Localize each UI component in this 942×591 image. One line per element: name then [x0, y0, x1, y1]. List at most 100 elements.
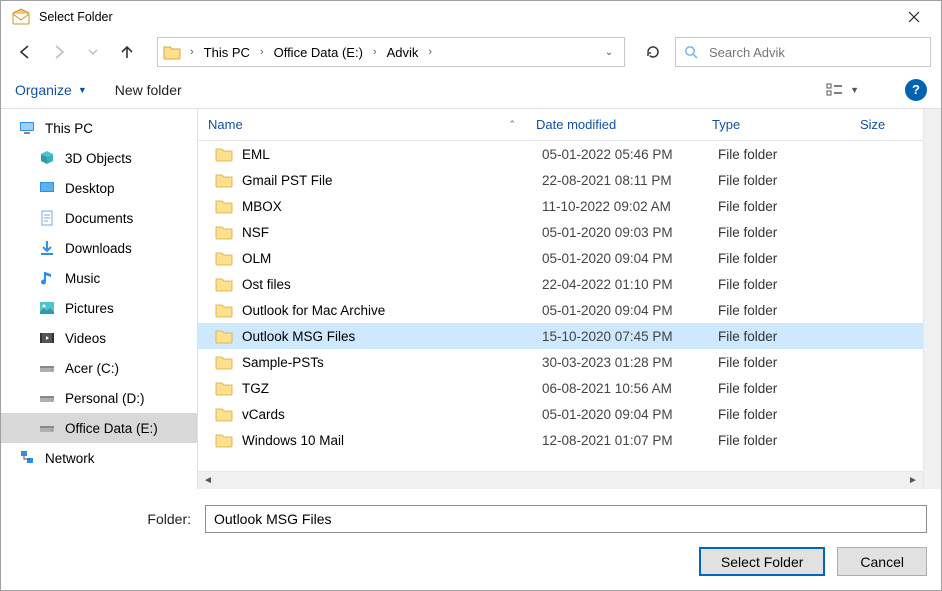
- file-type: File folder: [718, 381, 866, 396]
- sidebar-item[interactable]: Music: [1, 263, 197, 293]
- sidebar-item[interactable]: Desktop: [1, 173, 197, 203]
- folder-icon: [214, 326, 234, 346]
- chevron-right-icon[interactable]: ›: [188, 46, 196, 58]
- file-row[interactable]: Sample-PSTs30-03-2023 01:28 PMFile folde…: [198, 349, 923, 375]
- search-input[interactable]: [707, 44, 922, 61]
- breadcrumb-0[interactable]: This PC: [198, 43, 256, 62]
- desktop-icon: [37, 178, 57, 198]
- file-row[interactable]: TGZ06-08-2021 10:56 AMFile folder: [198, 375, 923, 401]
- folder-icon: [214, 196, 234, 216]
- window-title: Select Folder: [39, 10, 113, 24]
- file-list[interactable]: EML05-01-2022 05:46 PMFile folderGmail P…: [198, 141, 923, 471]
- file-name: Windows 10 Mail: [242, 433, 542, 448]
- folder-icon: [214, 274, 234, 294]
- sidebar-item[interactable]: Network: [1, 443, 197, 473]
- folder-icon: [162, 42, 182, 62]
- file-row[interactable]: MBOX11-10-2022 09:02 AMFile folder: [198, 193, 923, 219]
- nav-row: › This PC › Office Data (E:) › Advik › ⌄: [1, 33, 941, 71]
- sidebar-item-label: Office Data (E:): [65, 421, 158, 436]
- vertical-scrollbar[interactable]: [923, 109, 941, 489]
- horizontal-scrollbar[interactable]: ◄ ►: [198, 471, 923, 489]
- folder-icon: [214, 170, 234, 190]
- column-type[interactable]: Type: [702, 117, 850, 132]
- drive-icon: [37, 358, 57, 378]
- document-icon: [37, 208, 57, 228]
- column-name[interactable]: Name ⌃: [198, 117, 526, 132]
- recent-dropdown[interactable]: [79, 38, 107, 66]
- file-row[interactable]: Windows 10 Mail12-08-2021 01:07 PMFile f…: [198, 427, 923, 453]
- sidebar-item[interactable]: Pictures: [1, 293, 197, 323]
- sidebar-item-label: Personal (D:): [65, 391, 145, 406]
- breadcrumb-1[interactable]: Office Data (E:): [268, 43, 369, 62]
- select-folder-dialog: Select Folder › This PC › Office Data (E…: [0, 0, 942, 591]
- file-name: OLM: [242, 251, 542, 266]
- search-box[interactable]: [675, 37, 931, 67]
- file-name: MBOX: [242, 199, 542, 214]
- app-icon: [11, 7, 31, 27]
- select-folder-button[interactable]: Select Folder: [699, 547, 825, 576]
- file-type: File folder: [718, 277, 866, 292]
- file-type: File folder: [718, 225, 866, 240]
- address-bar[interactable]: › This PC › Office Data (E:) › Advik › ⌄: [157, 37, 625, 67]
- dialog-footer: Folder: Select Folder Cancel: [1, 489, 941, 590]
- folder-icon: [214, 404, 234, 424]
- view-options-button[interactable]: ▼: [826, 82, 859, 98]
- file-row[interactable]: Gmail PST File22-08-2021 08:11 PMFile fo…: [198, 167, 923, 193]
- folder-name-input[interactable]: [205, 505, 927, 533]
- column-headers[interactable]: Name ⌃ Date modified Type Size: [198, 109, 923, 141]
- folder-icon: [214, 222, 234, 242]
- sidebar-item-label: Acer (C:): [65, 361, 119, 376]
- sidebar-item[interactable]: This PC: [1, 113, 197, 143]
- file-row[interactable]: vCards05-01-2020 09:04 PMFile folder: [198, 401, 923, 427]
- chevron-right-icon[interactable]: ›: [371, 46, 379, 58]
- file-name: vCards: [242, 407, 542, 422]
- chevron-down-icon: ▼: [850, 85, 859, 95]
- download-icon: [37, 238, 57, 258]
- help-button[interactable]: ?: [905, 79, 927, 101]
- folder-icon: [214, 378, 234, 398]
- scroll-left-icon[interactable]: ◄: [200, 475, 216, 486]
- file-type: File folder: [718, 173, 866, 188]
- file-type: File folder: [718, 303, 866, 318]
- file-name: NSF: [242, 225, 542, 240]
- sidebar-item[interactable]: Office Data (E:): [1, 413, 197, 443]
- drive-icon: [37, 388, 57, 408]
- column-size[interactable]: Size: [850, 117, 895, 132]
- file-type: File folder: [718, 433, 866, 448]
- sidebar-item[interactable]: Videos: [1, 323, 197, 353]
- sidebar-item[interactable]: 3D Objects: [1, 143, 197, 173]
- organize-menu[interactable]: Organize ▼: [15, 82, 87, 98]
- scroll-right-icon[interactable]: ►: [905, 475, 921, 486]
- forward-button[interactable]: [45, 38, 73, 66]
- sidebar-item[interactable]: Personal (D:): [1, 383, 197, 413]
- chevron-right-icon[interactable]: ›: [258, 46, 266, 58]
- sidebar-item[interactable]: Acer (C:): [1, 353, 197, 383]
- file-date: 05-01-2020 09:04 PM: [542, 303, 718, 318]
- file-date: 11-10-2022 09:02 AM: [542, 199, 718, 214]
- file-row[interactable]: Outlook MSG Files15-10-2020 07:45 PMFile…: [198, 323, 923, 349]
- picture-icon: [37, 298, 57, 318]
- cancel-button[interactable]: Cancel: [837, 547, 927, 576]
- address-dropdown[interactable]: ⌄: [598, 47, 620, 58]
- up-button[interactable]: [113, 38, 141, 66]
- chevron-right-icon[interactable]: ›: [426, 46, 434, 58]
- sidebar-item[interactable]: Documents: [1, 203, 197, 233]
- back-button[interactable]: [11, 38, 39, 66]
- sidebar-item[interactable]: Downloads: [1, 233, 197, 263]
- file-name: Ost files: [242, 277, 542, 292]
- file-row[interactable]: OLM05-01-2020 09:04 PMFile folder: [198, 245, 923, 271]
- file-row[interactable]: Ost files22-04-2022 01:10 PMFile folder: [198, 271, 923, 297]
- file-name: Gmail PST File: [242, 173, 542, 188]
- file-row[interactable]: Outlook for Mac Archive05-01-2020 09:04 …: [198, 297, 923, 323]
- file-date: 05-01-2020 09:04 PM: [542, 251, 718, 266]
- file-name: EML: [242, 147, 542, 162]
- new-folder-button[interactable]: New folder: [115, 82, 182, 98]
- file-date: 22-04-2022 01:10 PM: [542, 277, 718, 292]
- close-button[interactable]: [891, 1, 937, 33]
- file-row[interactable]: EML05-01-2022 05:46 PMFile folder: [198, 141, 923, 167]
- nav-tree[interactable]: This PC3D ObjectsDesktopDocumentsDownloa…: [1, 109, 197, 489]
- refresh-button[interactable]: [637, 37, 669, 67]
- file-row[interactable]: NSF05-01-2020 09:03 PMFile folder: [198, 219, 923, 245]
- column-date[interactable]: Date modified: [526, 117, 702, 132]
- breadcrumb-2[interactable]: Advik: [381, 43, 425, 62]
